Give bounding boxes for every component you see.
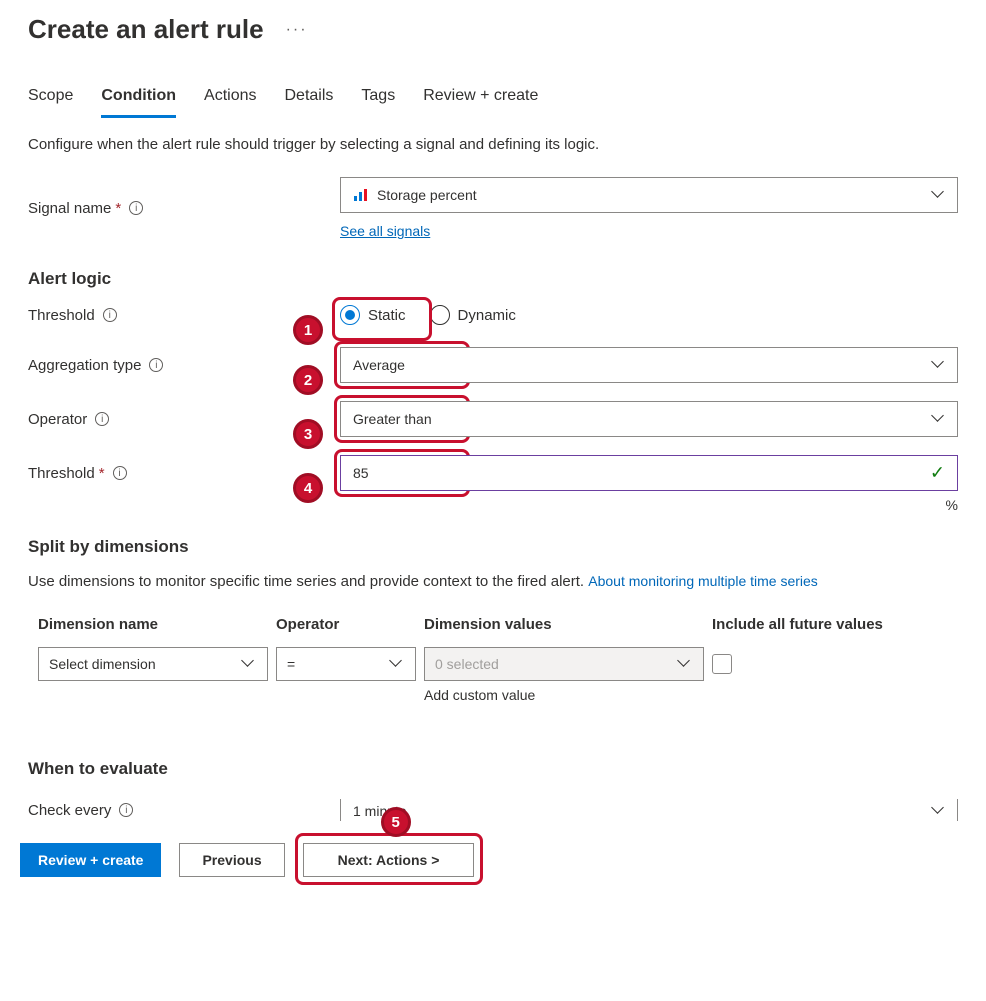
info-icon[interactable]: i	[149, 358, 163, 372]
radio-checked-icon	[340, 305, 360, 325]
info-icon[interactable]: i	[129, 201, 143, 215]
annotation-badge-2: 2	[293, 365, 323, 395]
dim-col-values: Dimension values	[424, 616, 704, 633]
radio-unchecked-icon	[430, 305, 450, 325]
aggregation-dropdown[interactable]: Average	[340, 347, 958, 383]
operator-value: Greater than	[353, 411, 432, 427]
tab-scope[interactable]: Scope	[28, 87, 73, 118]
check-every-dropdown[interactable]: 1 minute	[340, 799, 958, 821]
condition-description: Configure when the alert rule should tri…	[28, 136, 958, 153]
threshold-value: 85	[353, 465, 369, 481]
dimensions-title: Split by dimensions	[28, 537, 958, 557]
info-icon[interactable]: i	[113, 466, 127, 480]
threshold-static-radio[interactable]: Static	[340, 305, 406, 325]
tab-condition[interactable]: Condition	[101, 87, 176, 118]
dim-col-name: Dimension name	[38, 616, 268, 633]
tab-actions[interactable]: Actions	[204, 87, 256, 118]
include-future-checkbox[interactable]	[712, 654, 732, 674]
next-actions-button[interactable]: Next: Actions >	[303, 843, 475, 877]
page-title: Create an alert rule	[28, 14, 264, 45]
operator-dropdown[interactable]: Greater than	[340, 401, 958, 437]
threshold-value-input[interactable]: 85 ✓	[340, 455, 958, 491]
threshold-dynamic-radio[interactable]: Dynamic	[430, 305, 516, 325]
chevron-down-icon	[933, 189, 945, 201]
threshold-dynamic-label: Dynamic	[458, 307, 516, 324]
threshold-static-label: Static	[368, 307, 406, 324]
annotation-badge-1: 1	[293, 315, 323, 345]
dimensions-help-link[interactable]: About monitoring multiple time series	[588, 573, 818, 589]
signal-name-label: Signal name	[28, 200, 111, 217]
metric-icon	[353, 187, 369, 203]
operator-label: Operator	[28, 411, 87, 428]
info-icon[interactable]: i	[119, 803, 133, 817]
annotation-badge-3: 3	[293, 419, 323, 449]
info-icon[interactable]: i	[103, 308, 117, 322]
alert-logic-title: Alert logic	[28, 269, 958, 289]
review-create-button[interactable]: Review + create	[20, 843, 161, 877]
chevron-down-icon	[391, 658, 403, 670]
see-all-signals-link[interactable]: See all signals	[340, 223, 430, 239]
chevron-down-icon	[679, 658, 691, 670]
dimensions-description: Use dimensions to monitor specific time …	[28, 573, 958, 590]
evaluate-title: When to evaluate	[28, 759, 958, 779]
dim-col-operator: Operator	[276, 616, 416, 633]
dimensions-table-header: Dimension name Operator Dimension values…	[28, 608, 958, 641]
chevron-down-icon	[933, 413, 945, 425]
tab-bar: Scope Condition Actions Details Tags Rev…	[0, 53, 986, 118]
add-custom-value-link[interactable]: Add custom value	[424, 687, 704, 703]
dimension-operator-value: =	[287, 656, 295, 672]
signal-name-dropdown[interactable]: Storage percent	[340, 177, 958, 213]
annotation-badge-5: 5	[381, 807, 411, 837]
checkmark-icon: ✓	[930, 463, 945, 484]
chevron-down-icon	[243, 658, 255, 670]
dimensions-row: Select dimension = 0 selected Add custom…	[28, 641, 958, 709]
chevron-down-icon	[933, 359, 945, 371]
aggregation-label: Aggregation type	[28, 357, 141, 374]
tab-review-create[interactable]: Review + create	[423, 87, 538, 118]
aggregation-value: Average	[353, 357, 405, 373]
signal-name-value: Storage percent	[377, 187, 477, 203]
required-indicator: *	[99, 465, 105, 482]
dimension-operator-dropdown[interactable]: =	[276, 647, 416, 681]
dim-col-include: Include all future values	[712, 616, 922, 633]
dimension-name-placeholder: Select dimension	[49, 656, 156, 672]
dimension-values-dropdown[interactable]: 0 selected	[424, 647, 704, 681]
check-every-label: Check every	[28, 802, 111, 819]
threshold-value-label: Threshold	[28, 465, 95, 482]
dimension-name-dropdown[interactable]: Select dimension	[38, 647, 268, 681]
threshold-unit: %	[946, 497, 958, 513]
info-icon[interactable]: i	[95, 412, 109, 426]
tab-tags[interactable]: Tags	[361, 87, 395, 118]
footer-bar: Review + create Previous 5 Next: Actions…	[0, 829, 986, 891]
required-indicator: *	[115, 200, 121, 217]
tab-details[interactable]: Details	[284, 87, 333, 118]
more-actions-icon[interactable]: ···	[286, 21, 308, 39]
annotation-badge-4: 4	[293, 473, 323, 503]
dimension-values-placeholder: 0 selected	[435, 656, 499, 672]
previous-button[interactable]: Previous	[179, 843, 284, 877]
chevron-down-icon	[933, 805, 945, 817]
threshold-type-label: Threshold	[28, 307, 95, 324]
